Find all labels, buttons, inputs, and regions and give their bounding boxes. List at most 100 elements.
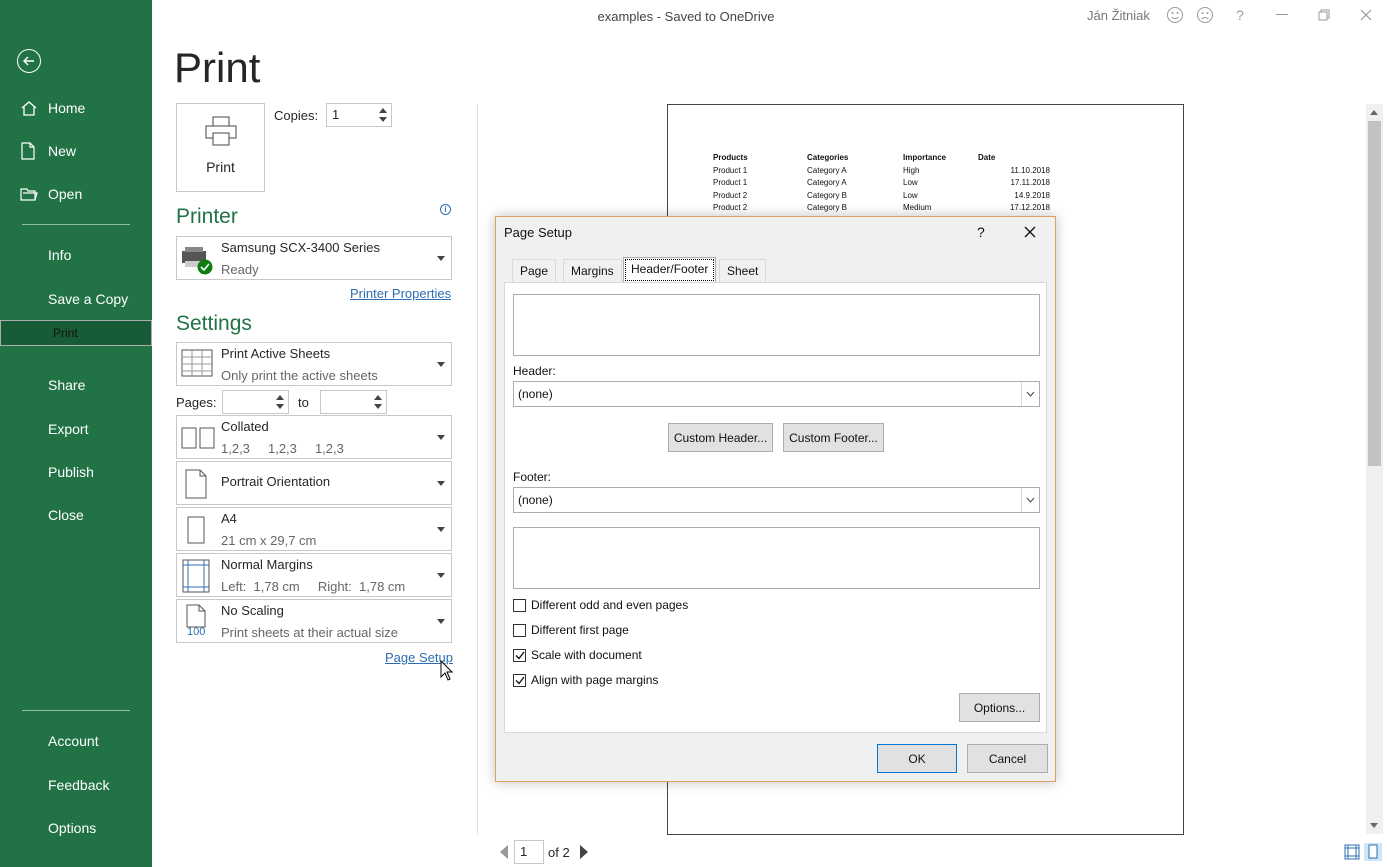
tab-page[interactable]: Page (512, 259, 557, 282)
preview-cell: 11.10.2018 (1010, 166, 1050, 175)
settings-heading: Settings (176, 312, 252, 335)
pages-to-label: to (298, 395, 309, 410)
scroll-up-icon[interactable] (1370, 110, 1378, 115)
paper-size-dropdown[interactable]: A4 21 cm x 29,7 cm (176, 507, 452, 551)
pages-to-down-icon[interactable] (374, 404, 382, 409)
page-number-value: 1 (520, 844, 528, 859)
checkbox-scale-with-document[interactable]: Scale with document (513, 648, 642, 662)
nav-new[interactable]: New (0, 129, 152, 172)
nav-home-label: Home (48, 99, 86, 116)
nav-feedback[interactable]: Feedback (0, 763, 152, 806)
copies-value: 1 (332, 107, 340, 122)
orientation-title: Portrait Orientation (221, 474, 331, 489)
tab-sheet[interactable]: Sheet (719, 259, 767, 282)
pages-label: Pages: (176, 395, 217, 410)
tab-header-footer[interactable]: Header/Footer (623, 257, 717, 283)
frown-icon[interactable] (1195, 5, 1215, 25)
info-icon[interactable]: i (440, 204, 451, 215)
nav-save-a-copy[interactable]: Save a Copy (0, 277, 152, 320)
nav-options[interactable]: Options (0, 806, 152, 849)
nav-publish[interactable]: Publish (0, 450, 152, 493)
user-name[interactable]: Ján Žitniak (1087, 8, 1150, 23)
copies-up-icon[interactable] (379, 108, 387, 113)
collate-dropdown[interactable]: Collated 1,2,3 1,2,3 1,2,3 (176, 415, 452, 459)
nav-export-label: Export (48, 420, 89, 437)
nav-close[interactable]: Close (0, 493, 152, 536)
custom-header-button[interactable]: Custom Header... (668, 423, 773, 452)
checkbox-box (513, 598, 526, 612)
printer-icon (205, 116, 237, 146)
pages-from-up-icon[interactable] (276, 395, 284, 400)
header-label: Header: (513, 364, 556, 378)
nav-home[interactable]: Home (0, 86, 152, 129)
help-icon[interactable]: ? (1230, 5, 1250, 25)
nav-share[interactable]: Share (0, 363, 152, 406)
preview-cell: Category B (807, 191, 848, 200)
close-window-icon[interactable] (1356, 5, 1376, 25)
pages-from-down-icon[interactable] (276, 404, 284, 409)
portrait-page-icon (185, 469, 207, 499)
checkmark-icon (513, 648, 526, 662)
nav-account[interactable]: Account (0, 719, 152, 762)
next-page-icon[interactable] (580, 845, 588, 859)
preview-cell: Product 1 (713, 166, 748, 175)
nav-options-label: Options (48, 819, 97, 836)
smile-icon[interactable] (1165, 5, 1185, 25)
sidebar-divider (22, 710, 130, 711)
nav-export[interactable]: Export (0, 407, 152, 450)
cancel-button[interactable]: Cancel (967, 744, 1048, 773)
copies-down-icon[interactable] (379, 117, 387, 122)
copies-input[interactable]: 1 (326, 103, 392, 127)
printer-dropdown[interactable]: Samsung SCX-3400 Series Ready (176, 236, 452, 280)
dialog-close-icon[interactable] (1024, 226, 1036, 238)
options-button[interactable]: Options... (959, 693, 1040, 722)
nav-print[interactable]: Print (0, 320, 152, 346)
backstage-sidebar: Home New Open Info Save a Copy Print Sha… (0, 0, 152, 867)
minimize-icon[interactable] (1272, 5, 1292, 25)
print-what-dropdown[interactable]: Print Active Sheets Only print the activ… (176, 342, 452, 386)
checkbox-different-odd-even[interactable]: Different odd and even pages (513, 598, 688, 612)
preview-cell: Low (903, 178, 918, 187)
pages-to-input[interactable] (320, 390, 387, 414)
margins-dropdown[interactable]: Normal Margins Left: 1,78 cm Right: 1,78… (176, 553, 452, 597)
custom-footer-button[interactable]: Custom Footer... (783, 423, 884, 452)
previous-page-icon[interactable] (500, 845, 508, 859)
nav-open[interactable]: Open (0, 172, 152, 215)
zoom-to-page-icon[interactable] (1364, 843, 1382, 861)
tab-margins[interactable]: Margins (563, 259, 622, 282)
nav-info[interactable]: Info (0, 233, 152, 276)
scroll-thumb[interactable] (1368, 121, 1381, 466)
scaling-dropdown[interactable]: 100 No Scaling Print sheets at their act… (176, 599, 452, 643)
paper-icon (187, 516, 205, 544)
show-margins-icon[interactable] (1344, 844, 1360, 860)
orientation-dropdown[interactable]: Portrait Orientation (176, 461, 452, 505)
printer-ready-icon (182, 247, 213, 275)
checkbox-different-first-page[interactable]: Different first page (513, 623, 629, 637)
checkbox-label: Align with page margins (531, 673, 659, 687)
checkbox-align-with-margins[interactable]: Align with page margins (513, 673, 658, 687)
page-number-input[interactable]: 1 (514, 840, 544, 864)
checkmark-icon (513, 673, 526, 687)
dialog-help-icon[interactable]: ? (977, 224, 985, 240)
preview-header: Date (978, 153, 996, 162)
nav-publish-label: Publish (48, 463, 94, 480)
page-count: of 2 (548, 845, 570, 860)
print-button[interactable]: Print (176, 103, 265, 192)
ok-button[interactable]: OK (877, 744, 957, 773)
printer-name: Samsung SCX-3400 Series (221, 240, 380, 255)
restore-icon[interactable] (1314, 5, 1334, 25)
printer-properties-link[interactable]: Printer Properties (350, 286, 451, 301)
pages-from-input[interactable] (222, 390, 289, 414)
pages-to-up-icon[interactable] (374, 395, 382, 400)
header-select[interactable]: (none) (513, 381, 1040, 407)
mouse-cursor-icon (440, 660, 454, 681)
margins-icon (182, 559, 210, 593)
window-title: examples - Saved to OneDrive (597, 9, 775, 24)
preview-scrollbar[interactable] (1366, 104, 1383, 834)
preview-header: Importance (903, 153, 947, 162)
back-arrow-icon[interactable] (17, 49, 41, 73)
preview-cell: 17.12.2018 (1009, 203, 1050, 212)
scroll-down-icon[interactable] (1370, 823, 1378, 828)
chevron-down-icon (437, 573, 445, 578)
footer-select[interactable]: (none) (513, 487, 1040, 513)
